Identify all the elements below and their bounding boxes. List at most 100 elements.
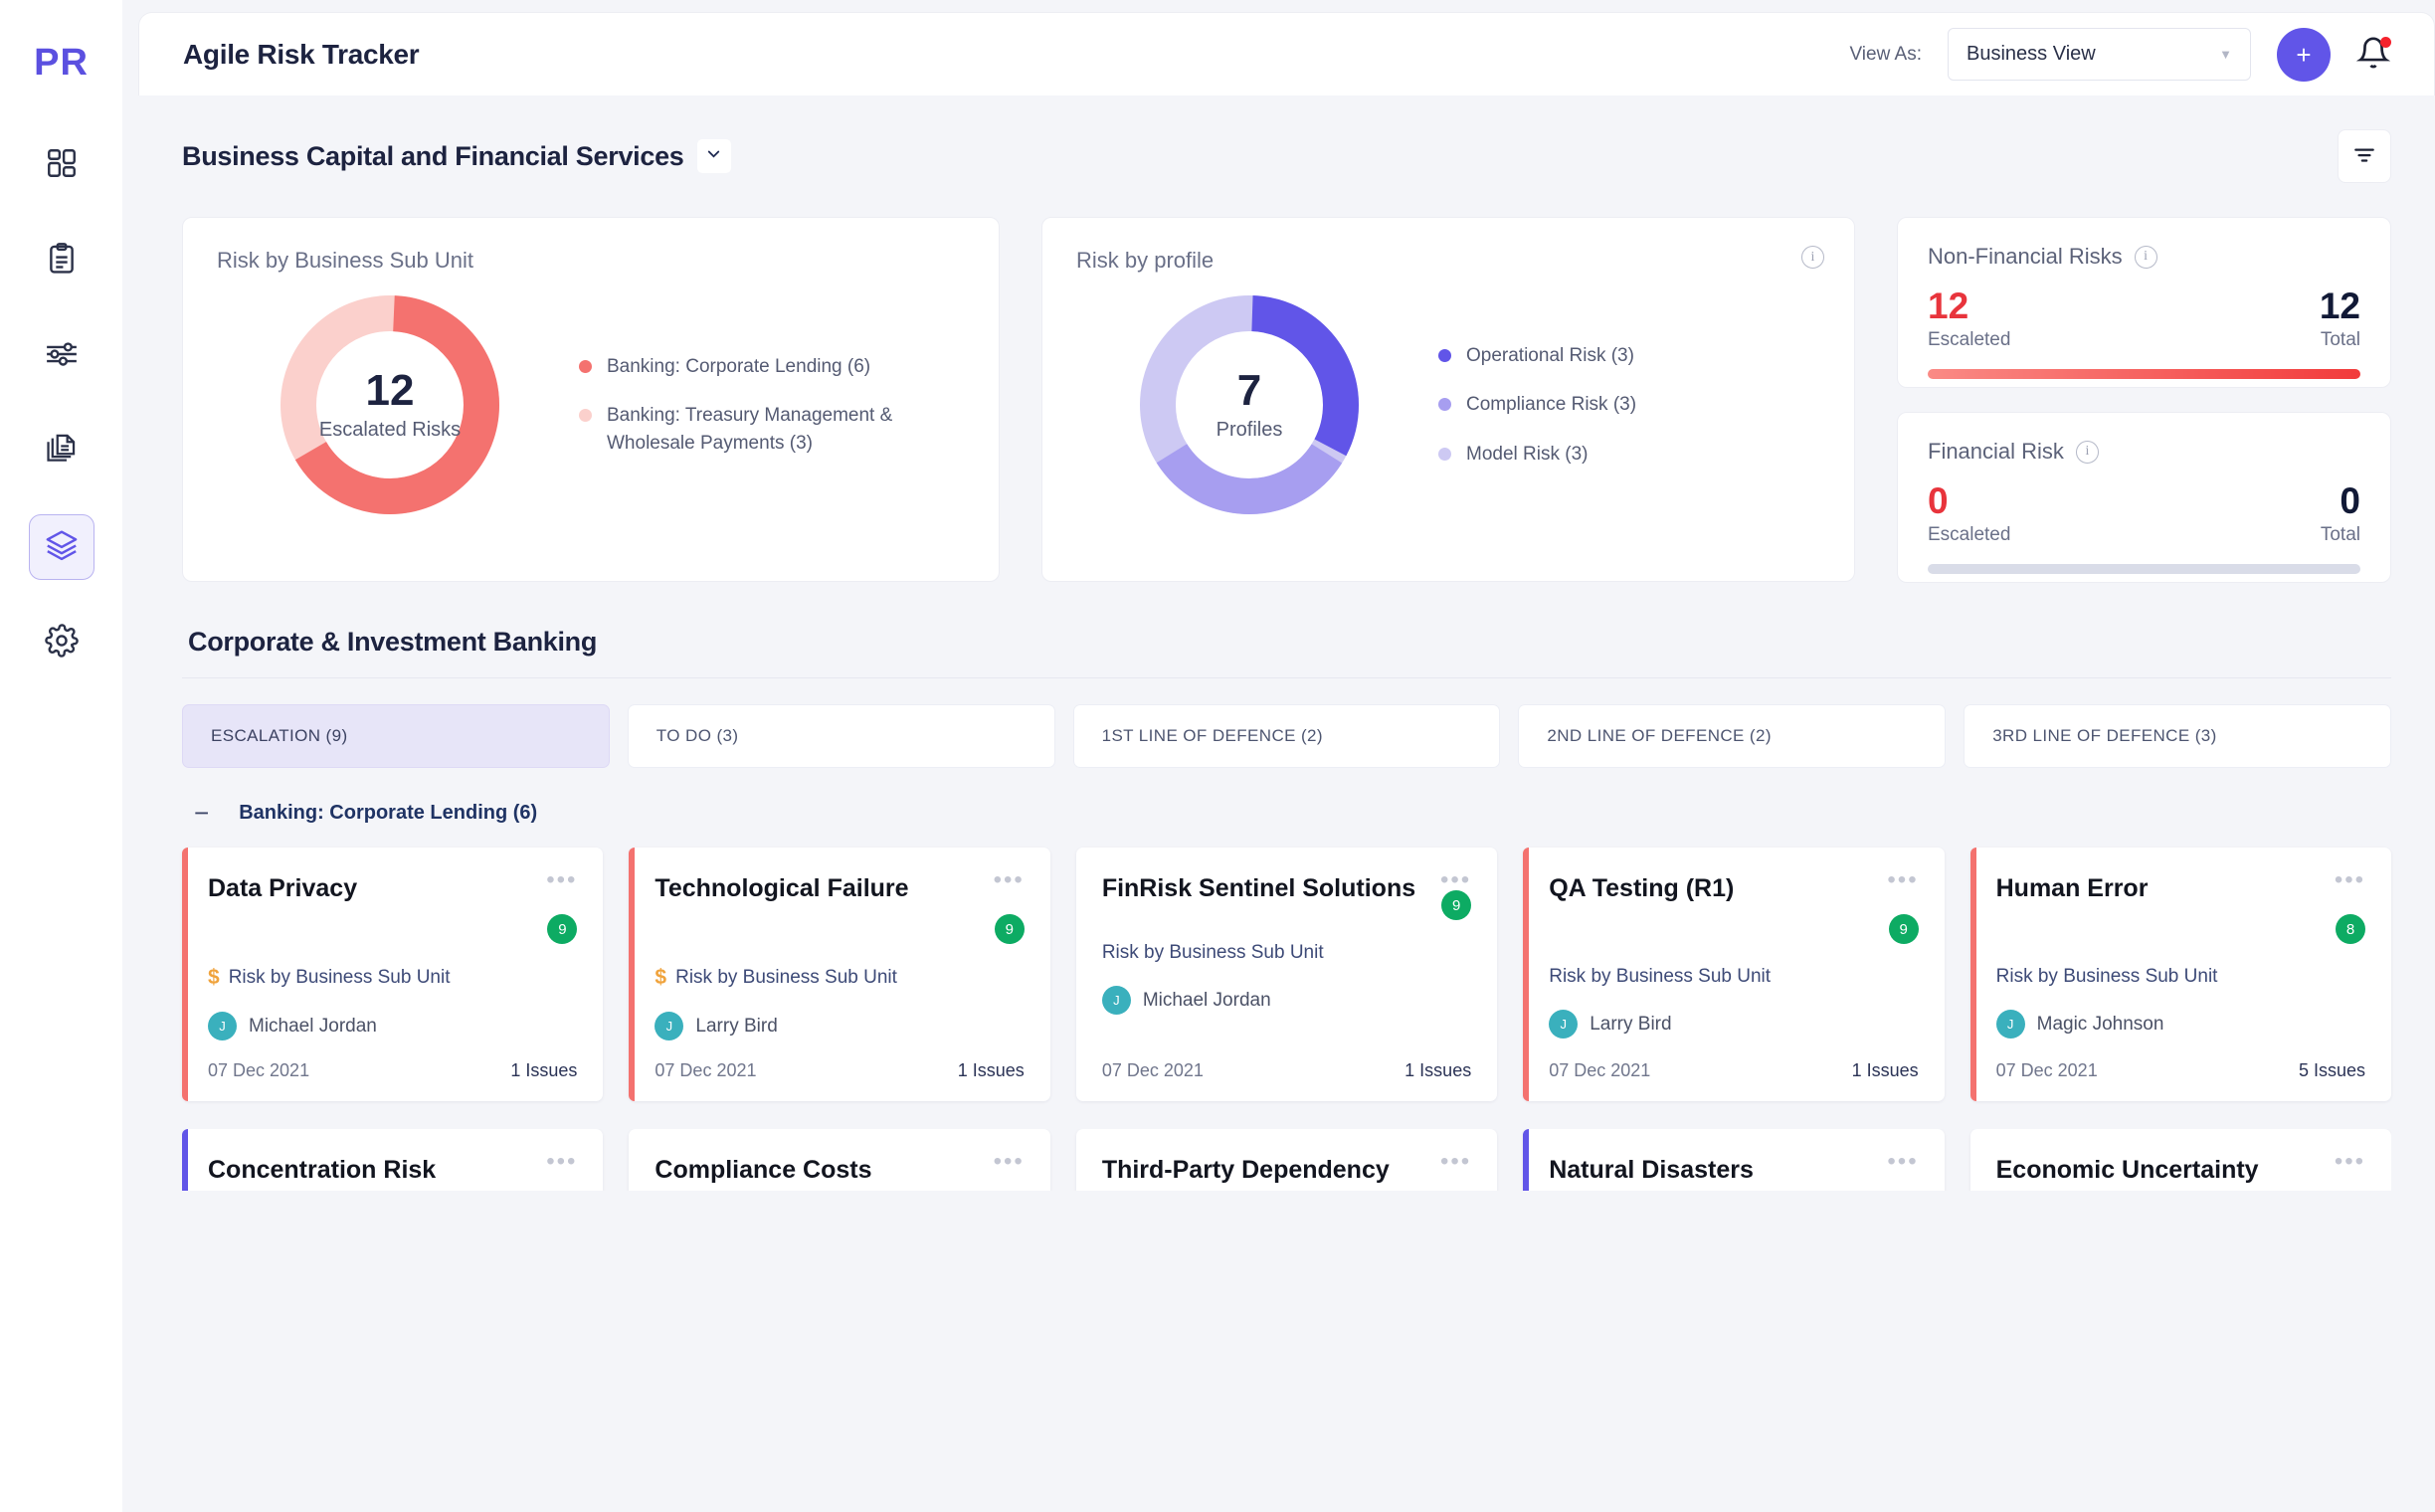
legend-swatch (1438, 398, 1451, 412)
kpi-header: Non-Financial Risks i (1928, 244, 2360, 270)
more-options-icon[interactable]: ••• (994, 867, 1025, 892)
add-button[interactable]: + (2277, 27, 2331, 82)
tab-1st-line-of-defence[interactable]: 1ST LINE OF DEFENCE (2) (1072, 704, 1501, 768)
risk-date: 07 Dec 2021 (208, 1060, 310, 1081)
risk-title: Compliance Costs (655, 1156, 872, 1185)
more-options-icon[interactable]: ••• (2335, 1149, 2365, 1174)
risk-priority-bar (1523, 848, 1530, 1102)
kpi-escalated-value: 12 (1928, 285, 1969, 326)
risk-footer: 07 Dec 2021 1 Issues (208, 1040, 577, 1081)
risk-card-row: Data Privacy ••• 9 $ Risk by Business Su… (182, 848, 2392, 1102)
risk-priority-bar (1969, 848, 1976, 1102)
info-icon[interactable]: i (2075, 440, 2099, 464)
view-as-select[interactable]: Business View ▼ (1948, 28, 2251, 81)
risk-score-badge: 9 (994, 914, 1025, 945)
donut-sub-label: Escalated Risks (318, 418, 462, 441)
risk-card[interactable]: QA Testing (R1) ••• 9 Risk by Business S… (1523, 848, 1945, 1102)
kpi-title: Non-Financial Risks (1928, 244, 2123, 269)
kpi-card-financial: Financial Risk i 0 0 Escaleted Total (1897, 412, 2391, 583)
donut-chart-sub-unit: 12 Escalated Risks Banking: Corporate Le… (217, 291, 965, 518)
notifications-button[interactable] (2355, 36, 2391, 74)
risk-card[interactable]: Data Privacy ••• 9 $ Risk by Business Su… (182, 848, 604, 1102)
section-collapse-toggle[interactable] (696, 139, 731, 173)
legend-swatch (579, 359, 592, 373)
more-options-icon[interactable]: ••• (994, 1149, 1025, 1174)
risk-issues-count[interactable]: 1 Issues (1405, 1060, 1471, 1081)
risk-category-label: Risk by Business Sub Unit (675, 967, 897, 989)
info-icon[interactable]: i (1801, 246, 1824, 269)
more-options-icon[interactable]: ••• (1440, 867, 1471, 892)
risk-footer: 07 Dec 2021 1 Issues (655, 1040, 1024, 1081)
sidebar-item-tasks[interactable] (29, 228, 94, 293)
donut-sub-label: Profiles (1216, 418, 1283, 441)
donut-center-label: 7 Profiles (1136, 291, 1363, 518)
sidebar: PR (0, 0, 122, 1512)
risk-card-header: Technological Failure ••• (655, 867, 1025, 904)
minus-icon[interactable]: − (194, 800, 209, 826)
risk-card[interactable]: Human Error ••• 8 Risk by Business Sub U… (1969, 848, 2392, 1102)
risk-title: Economic Uncertainty (1995, 1156, 2259, 1185)
app-header: Agile Risk Tracker View As: Business Vie… (138, 12, 2435, 95)
avatar: J (1995, 1010, 2025, 1040)
risk-score-badge: 9 (547, 914, 578, 945)
plus-icon: + (2296, 39, 2312, 70)
sidebar-item-controls[interactable] (29, 323, 94, 389)
legend-item: Compliance Risk (3) (1438, 391, 1636, 419)
sidebar-item-documents[interactable] (29, 419, 94, 484)
risk-footer: 07 Dec 2021 1 Issues (1102, 1040, 1471, 1081)
sidebar-item-settings[interactable] (29, 610, 94, 675)
more-options-icon[interactable]: ••• (1887, 867, 1918, 892)
header-controls: View As: Business View ▼ + (1849, 27, 2391, 82)
risk-score-badge: 9 (1441, 890, 1472, 921)
card-title: Risk by Business Sub Unit (217, 248, 473, 273)
more-options-icon[interactable]: ••• (546, 867, 577, 892)
kpi-column: Non-Financial Risks i 12 12 Escaleted To… (1897, 217, 2391, 583)
section-title: Business Capital and Financial Services (182, 140, 684, 171)
info-icon[interactable]: i (2134, 245, 2157, 269)
section-header: Business Capital and Financial Services (182, 129, 2391, 183)
legend: Operational Risk (3) Compliance Risk (3)… (1438, 342, 1636, 469)
sidebar-item-registers[interactable] (28, 514, 94, 580)
risk-card[interactable]: Third-Party Dependency ••• (1075, 1129, 1498, 1192)
legend-label: Model Risk (3) (1466, 443, 1589, 465)
view-as-label: View As: (1849, 43, 1922, 65)
donut-graphic: 7 Profiles (1136, 291, 1363, 518)
donut-value: 7 (1236, 366, 1262, 416)
risk-card[interactable]: Technological Failure ••• 9 $ Risk by Bu… (629, 848, 1050, 1102)
risk-card-header: FinRisk Sentinel Solutions ••• (1101, 867, 1471, 904)
risk-owner: J Michael Jordan (208, 1012, 577, 1041)
risk-issues-count[interactable]: 1 Issues (510, 1060, 577, 1081)
risk-card[interactable]: Compliance Costs ••• (629, 1129, 1050, 1192)
tab-3rd-line-of-defence[interactable]: 3RD LINE OF DEFENCE (3) (1964, 704, 2391, 768)
risk-card[interactable]: Concentration Risk ••• (182, 1129, 604, 1192)
risk-card[interactable]: Economic Uncertainty ••• (1969, 1129, 2391, 1192)
more-options-icon[interactable]: ••• (546, 1149, 577, 1174)
legend-item: Banking: Corporate Lending (6) (579, 353, 907, 381)
tab-to-do[interactable]: TO DO (3) (627, 704, 1055, 768)
app-root: PR Agile Risk Tracker View As: Business … (0, 0, 2435, 1512)
more-options-icon[interactable]: ••• (1887, 1149, 1918, 1174)
risk-title: Natural Disasters (1549, 1156, 1754, 1185)
kpi-labels: Escaleted Total (1928, 524, 2360, 546)
kpi-escalated-label: Escaleted (1928, 329, 2011, 350)
sidebar-item-dashboard[interactable] (29, 132, 94, 198)
risk-issues-count[interactable]: 1 Issues (1852, 1060, 1919, 1081)
risk-title: FinRisk Sentinel Solutions (1101, 874, 1416, 902)
tab-escalation[interactable]: ESCALATION (9) (182, 704, 610, 768)
risk-card[interactable]: Natural Disasters ••• (1523, 1129, 1945, 1192)
risk-category: $ Risk by Business Sub Unit (208, 966, 577, 990)
donut-center-label: 12 Escalated Risks (277, 291, 503, 518)
filter-button[interactable] (2338, 129, 2391, 183)
tab-2nd-line-of-defence[interactable]: 2ND LINE OF DEFENCE (2) (1518, 704, 1947, 768)
risk-issues-count[interactable]: 5 Issues (2299, 1060, 2365, 1081)
more-options-icon[interactable]: ••• (1440, 1149, 1471, 1174)
risk-priority-bar (1523, 1129, 1530, 1192)
risk-issues-count[interactable]: 1 Issues (958, 1060, 1025, 1081)
notification-badge (2380, 36, 2391, 48)
kpi-header: Financial Risk i (1928, 439, 2360, 465)
risk-card[interactable]: FinRisk Sentinel Solutions ••• 9 Risk by… (1075, 848, 1498, 1102)
risk-card-header: QA Testing (R1) ••• (1549, 867, 1918, 904)
risk-card-header: Natural Disasters ••• (1549, 1149, 1918, 1186)
more-options-icon[interactable]: ••• (2335, 867, 2365, 892)
sliders-icon (45, 337, 79, 376)
